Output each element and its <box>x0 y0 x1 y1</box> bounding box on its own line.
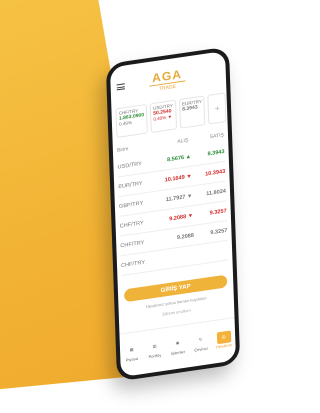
app-screen: AGA TRADE CHF/TRY 1.863.0900 0.48% USD/T… <box>110 51 236 377</box>
phone-screen: AGA TRADE CHF/TRY 1.863.0900 0.48% USD/T… <box>109 50 237 378</box>
summary-card-3[interactable]: EUR/TRY 8.3943 <box>178 95 206 129</box>
tab-converter[interactable]: ↻ Çevirici <box>189 321 213 364</box>
card-value: 8.3943 <box>182 104 198 113</box>
bars-icon: ▥ <box>152 343 157 349</box>
add-card-button[interactable]: + <box>207 92 227 125</box>
phone-frame: AGA TRADE CHF/TRY 1.863.0900 0.48% USD/T… <box>105 46 241 382</box>
row-name: CHF/TRY <box>120 239 145 249</box>
tab-label: Portföy <box>148 351 162 359</box>
tab-label: Çevirici <box>194 345 208 353</box>
summary-card-1[interactable]: CHF/TRY 1.863.0900 0.48% <box>115 103 148 139</box>
tab-label: Hesabım <box>215 341 233 349</box>
summary-card-2[interactable]: USD/TRY 50.2540 0.40% ▼ <box>149 99 177 134</box>
row-buy: 11.7927 ▼ <box>165 192 193 203</box>
coin-icon: ◉ <box>175 339 180 346</box>
row-name: EUR/TRY <box>118 180 143 190</box>
chart-icon: ▦ <box>129 346 134 353</box>
tab-market[interactable]: ▦ Piyasa <box>119 331 143 374</box>
app-logo: AGA TRADE <box>149 67 186 94</box>
row-buy <box>161 255 194 260</box>
tab-label: İşlemler <box>170 348 186 356</box>
row-sell <box>195 250 228 255</box>
bottom-tab-bar: ▦ Piyasa ▥ Portföy ◉ İşlemler ↻ Çevirici <box>119 317 236 375</box>
summary-cards: CHF/TRY 1.863.0900 0.48% USD/TRY 50.2540… <box>115 92 227 139</box>
row-name: USD/TRY <box>117 160 142 171</box>
row-name: CHF/TRY <box>119 219 144 230</box>
phone-mockup: AGA TRADE CHF/TRY 1.863.0900 0.48% USD/T… <box>105 46 241 382</box>
row-sell: 9.3257 <box>209 207 227 217</box>
row-sell: 9.3257 <box>210 227 228 236</box>
header-buy: ALIŞ <box>177 137 189 145</box>
row-sell: 10.3943 <box>205 168 226 178</box>
row-sell: 11.8024 <box>206 187 227 197</box>
tab-portfolio[interactable]: ▥ Portföy <box>142 328 166 371</box>
row-buy: 10.1649 ▼ <box>164 173 192 183</box>
hamburger-menu-icon[interactable] <box>116 83 125 91</box>
row-name: GBP/TRY <box>118 200 144 210</box>
row-name: CHF/TRY <box>120 259 146 269</box>
rates-table: USD/TRY 8.5676 ▲ 8.3943 EUR/TRY 10.1649 … <box>117 142 229 277</box>
header-unit: Birim <box>116 146 129 154</box>
tab-account[interactable]: ◎ Hesabım <box>212 318 236 361</box>
tab-transactions[interactable]: ◉ İşlemler <box>166 325 190 368</box>
row-buy: 9.2088 <box>176 232 195 241</box>
refresh-icon: ↻ <box>198 336 203 342</box>
row-sell: 8.3943 <box>207 148 225 157</box>
row-buy: 9.2088 ▼ <box>169 212 194 222</box>
header-sell: SATIŞ <box>209 132 225 141</box>
row-buy: 8.5676 ▲ <box>166 153 192 163</box>
tab-label: Piyasa <box>125 355 139 363</box>
